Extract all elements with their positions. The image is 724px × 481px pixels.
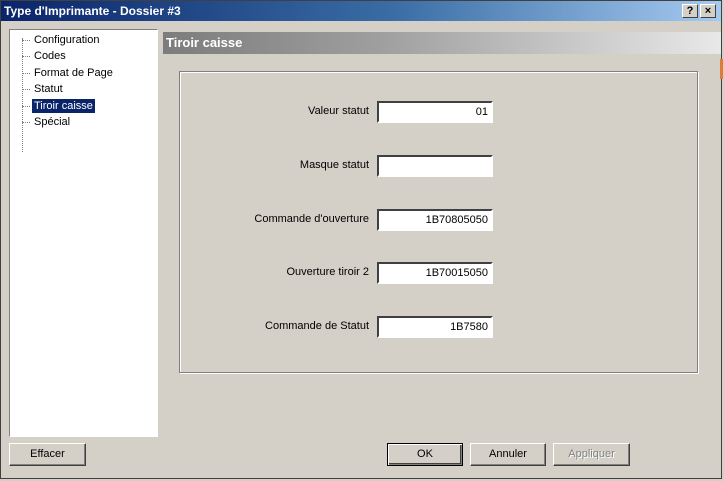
- help-button[interactable]: ?: [682, 4, 698, 18]
- settings-tree[interactable]: Configuration Codes Format de Page Statu…: [9, 29, 158, 437]
- clear-button[interactable]: Effacer: [9, 443, 86, 466]
- tree-item-label: Format de Page: [34, 67, 113, 79]
- apply-button[interactable]: Appliquer: [553, 443, 630, 466]
- cancel-button[interactable]: Annuler: [470, 443, 546, 466]
- ouverture-tiroir-2-label: Ouverture tiroir 2: [286, 266, 369, 278]
- ouverture-tiroir-2-field[interactable]: 1B70015050: [377, 262, 493, 284]
- commande-de-statut-field[interactable]: 1B7580: [377, 316, 493, 338]
- tree-branch: [22, 121, 30, 123]
- tree-item-label: Configuration: [34, 34, 100, 46]
- tree-item-codes[interactable]: Codes: [22, 49, 68, 63]
- masque-statut-field[interactable]: [377, 155, 493, 177]
- valeur-statut-label: Valeur statut: [308, 105, 369, 117]
- tree-item-special[interactable]: Spécial: [22, 115, 72, 129]
- window-title: Type d'Imprimante - Dossier #3: [4, 4, 181, 18]
- tree-branch: [22, 72, 30, 74]
- tree-item-label: Spécial: [34, 116, 71, 128]
- panel-header: Tiroir caisse: [163, 32, 721, 54]
- tree-branch: [22, 88, 30, 90]
- valeur-statut-field[interactable]: 01: [377, 101, 493, 123]
- commande-ouverture-field[interactable]: 1B70805050: [377, 209, 493, 231]
- commande-de-statut-label: Commande de Statut: [265, 320, 369, 332]
- edge-marker: [720, 59, 723, 79]
- tree-branch: [22, 39, 30, 41]
- panel-title: Tiroir caisse: [166, 35, 243, 50]
- dialog-window: Type d'Imprimante - Dossier #3 ? × Confi…: [0, 0, 723, 479]
- ok-button[interactable]: OK: [387, 443, 463, 466]
- tree-branch: [22, 105, 30, 107]
- tree-branch: [22, 55, 30, 57]
- title-bar[interactable]: Type d'Imprimante - Dossier #3 ? ×: [1, 1, 721, 21]
- tree-item-format-de-page[interactable]: Format de Page: [22, 66, 115, 80]
- tree-item-statut[interactable]: Statut: [22, 82, 65, 96]
- commande-ouverture-label: Commande d'ouverture: [254, 213, 369, 225]
- tree-item-label: Tiroir caisse: [32, 99, 95, 113]
- tree-item-label: Codes: [34, 50, 66, 62]
- tree-item-tiroir-caisse[interactable]: Tiroir caisse: [22, 99, 95, 113]
- close-button[interactable]: ×: [700, 4, 716, 18]
- tree-item-configuration[interactable]: Configuration: [22, 33, 101, 47]
- tree-item-label: Statut: [34, 83, 63, 95]
- masque-statut-label: Masque statut: [299, 159, 369, 171]
